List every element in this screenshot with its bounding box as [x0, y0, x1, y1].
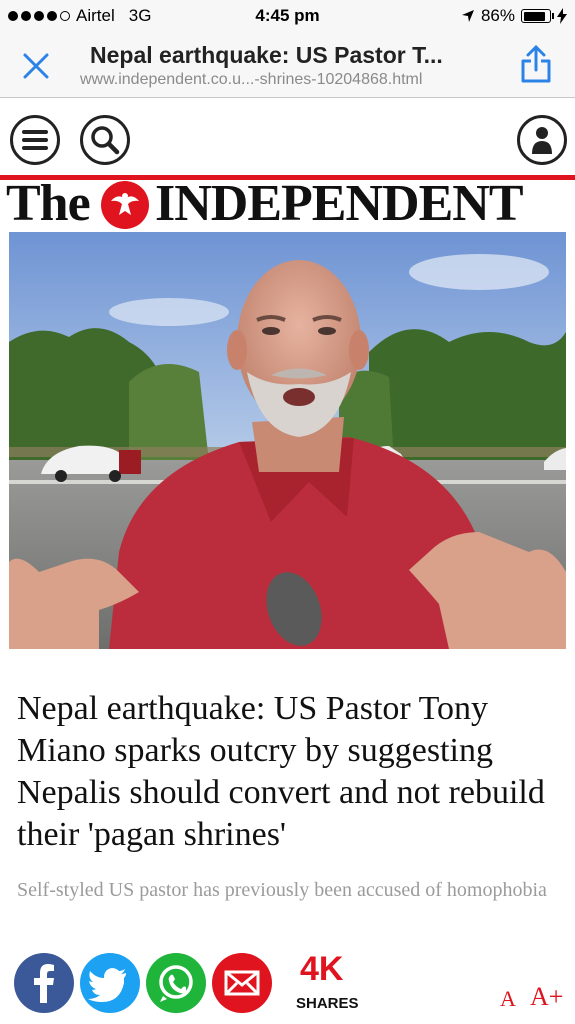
page-url[interactable]: www.independent.co.u...-shrines-10204868…	[80, 71, 422, 89]
whatsapp-icon[interactable]	[146, 953, 206, 1013]
share-bar: 4K SHARES A A+	[0, 950, 575, 1024]
close-icon[interactable]	[22, 52, 50, 80]
share-count-label: SHARES	[296, 995, 359, 1012]
battery-percent: 86%	[480, 6, 515, 25]
charging-bolt-icon	[557, 8, 567, 24]
article-hero-image[interactable]	[9, 232, 566, 649]
browser-address-bar: Nepal earthquake: US Pastor T... www.ind…	[0, 36, 575, 98]
user-icon[interactable]	[517, 115, 567, 165]
location-arrow-icon	[461, 10, 474, 22]
hamburger-menu-icon[interactable]	[10, 115, 60, 165]
decrease-font-size-button[interactable]: A	[500, 986, 516, 1012]
share-icon[interactable]	[519, 44, 553, 84]
article-headline: Nepal earthquake: US Pastor Tony Miano s…	[17, 690, 545, 853]
site-nav	[0, 99, 575, 177]
status-bar: Airtel 3G 4:45 pm 86%	[0, 0, 575, 36]
logo-the: The	[6, 175, 91, 232]
status-right: 86%	[461, 6, 567, 26]
twitter-icon[interactable]	[80, 953, 140, 1013]
share-count: 4K	[300, 950, 344, 988]
site-logo[interactable]: The INDEPENDENT	[0, 176, 575, 232]
email-icon[interactable]	[212, 953, 272, 1013]
increase-font-size-button[interactable]: A+	[530, 982, 563, 1012]
logo-independent: INDEPENDENT	[155, 175, 523, 232]
article-standfirst: Self-styled US pastor has previously bee…	[17, 879, 547, 901]
battery-icon	[521, 9, 554, 23]
search-icon[interactable]	[80, 115, 130, 165]
facebook-icon[interactable]	[14, 953, 74, 1013]
eagle-logo-icon	[101, 181, 149, 229]
page-title[interactable]: Nepal earthquake: US Pastor T...	[90, 42, 443, 69]
